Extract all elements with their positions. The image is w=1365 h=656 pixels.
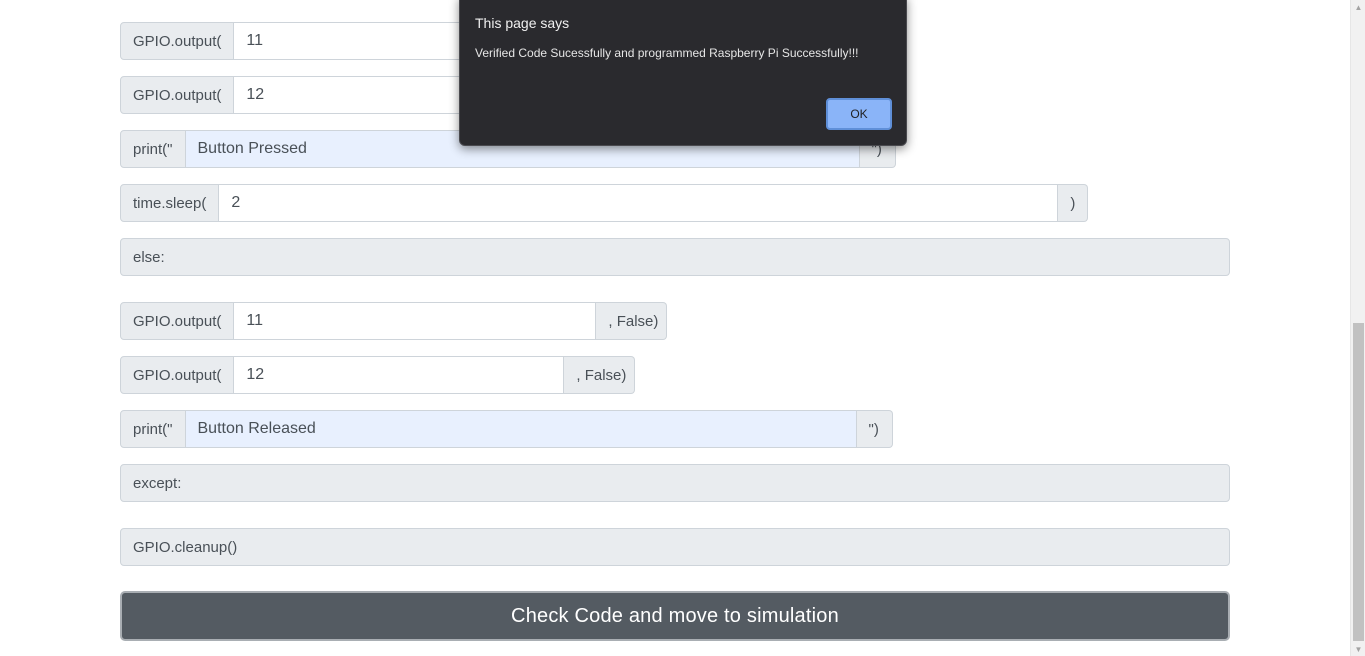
code-prefix: print(" bbox=[120, 130, 186, 168]
triangle-up-icon[interactable]: ▲ bbox=[1351, 0, 1365, 14]
dialog-ok-button[interactable]: OK bbox=[826, 98, 892, 130]
code-prefix: GPIO.output( bbox=[120, 76, 235, 114]
triangle-down-icon[interactable]: ▼ bbox=[1351, 642, 1365, 656]
code-row-gpio-output-12-low: GPIO.output( 12 , False) bbox=[120, 356, 636, 394]
code-row-print-released: print(" Button Released ") bbox=[120, 410, 893, 448]
code-row-gpio-output-11-low: GPIO.output( 11 , False) bbox=[120, 302, 668, 340]
code-prefix: GPIO.output( bbox=[120, 22, 235, 60]
code-suffix: , False) bbox=[596, 302, 668, 340]
sleep-duration-input[interactable]: 2 bbox=[219, 184, 1059, 222]
pin-number-input[interactable]: 11 bbox=[234, 302, 597, 340]
code-row-time-sleep: time.sleep( 2 ) bbox=[120, 184, 1089, 222]
pin-number-input[interactable]: 12 bbox=[234, 356, 565, 394]
page: GPIO.output( 11 GPIO.output( 12 print(" … bbox=[0, 0, 1365, 656]
check-code-button[interactable]: Check Code and move to simulation bbox=[120, 591, 1230, 641]
code-block-cleanup: GPIO.cleanup() bbox=[120, 528, 1230, 566]
code-suffix: ") bbox=[856, 410, 893, 448]
dialog-message: Verified Code Sucessfully and programmed… bbox=[475, 46, 859, 60]
code-prefix: GPIO.output( bbox=[120, 356, 235, 394]
code-prefix: time.sleep( bbox=[120, 184, 220, 222]
code-block-else: else: bbox=[120, 238, 1230, 276]
dialog-title: This page says bbox=[475, 15, 570, 31]
code-suffix: , False) bbox=[564, 356, 636, 394]
code-prefix: GPIO.output( bbox=[120, 302, 235, 340]
page-scrollbar[interactable]: ▲ ▼ bbox=[1350, 0, 1365, 656]
print-message-input[interactable]: Button Released bbox=[185, 410, 857, 448]
scrollbar-thumb[interactable] bbox=[1353, 323, 1364, 641]
code-prefix: print(" bbox=[120, 410, 186, 448]
code-block-except: except: bbox=[120, 464, 1230, 502]
alert-dialog: This page says Verified Code Sucessfully… bbox=[459, 0, 907, 146]
code-suffix: ) bbox=[1058, 184, 1089, 222]
